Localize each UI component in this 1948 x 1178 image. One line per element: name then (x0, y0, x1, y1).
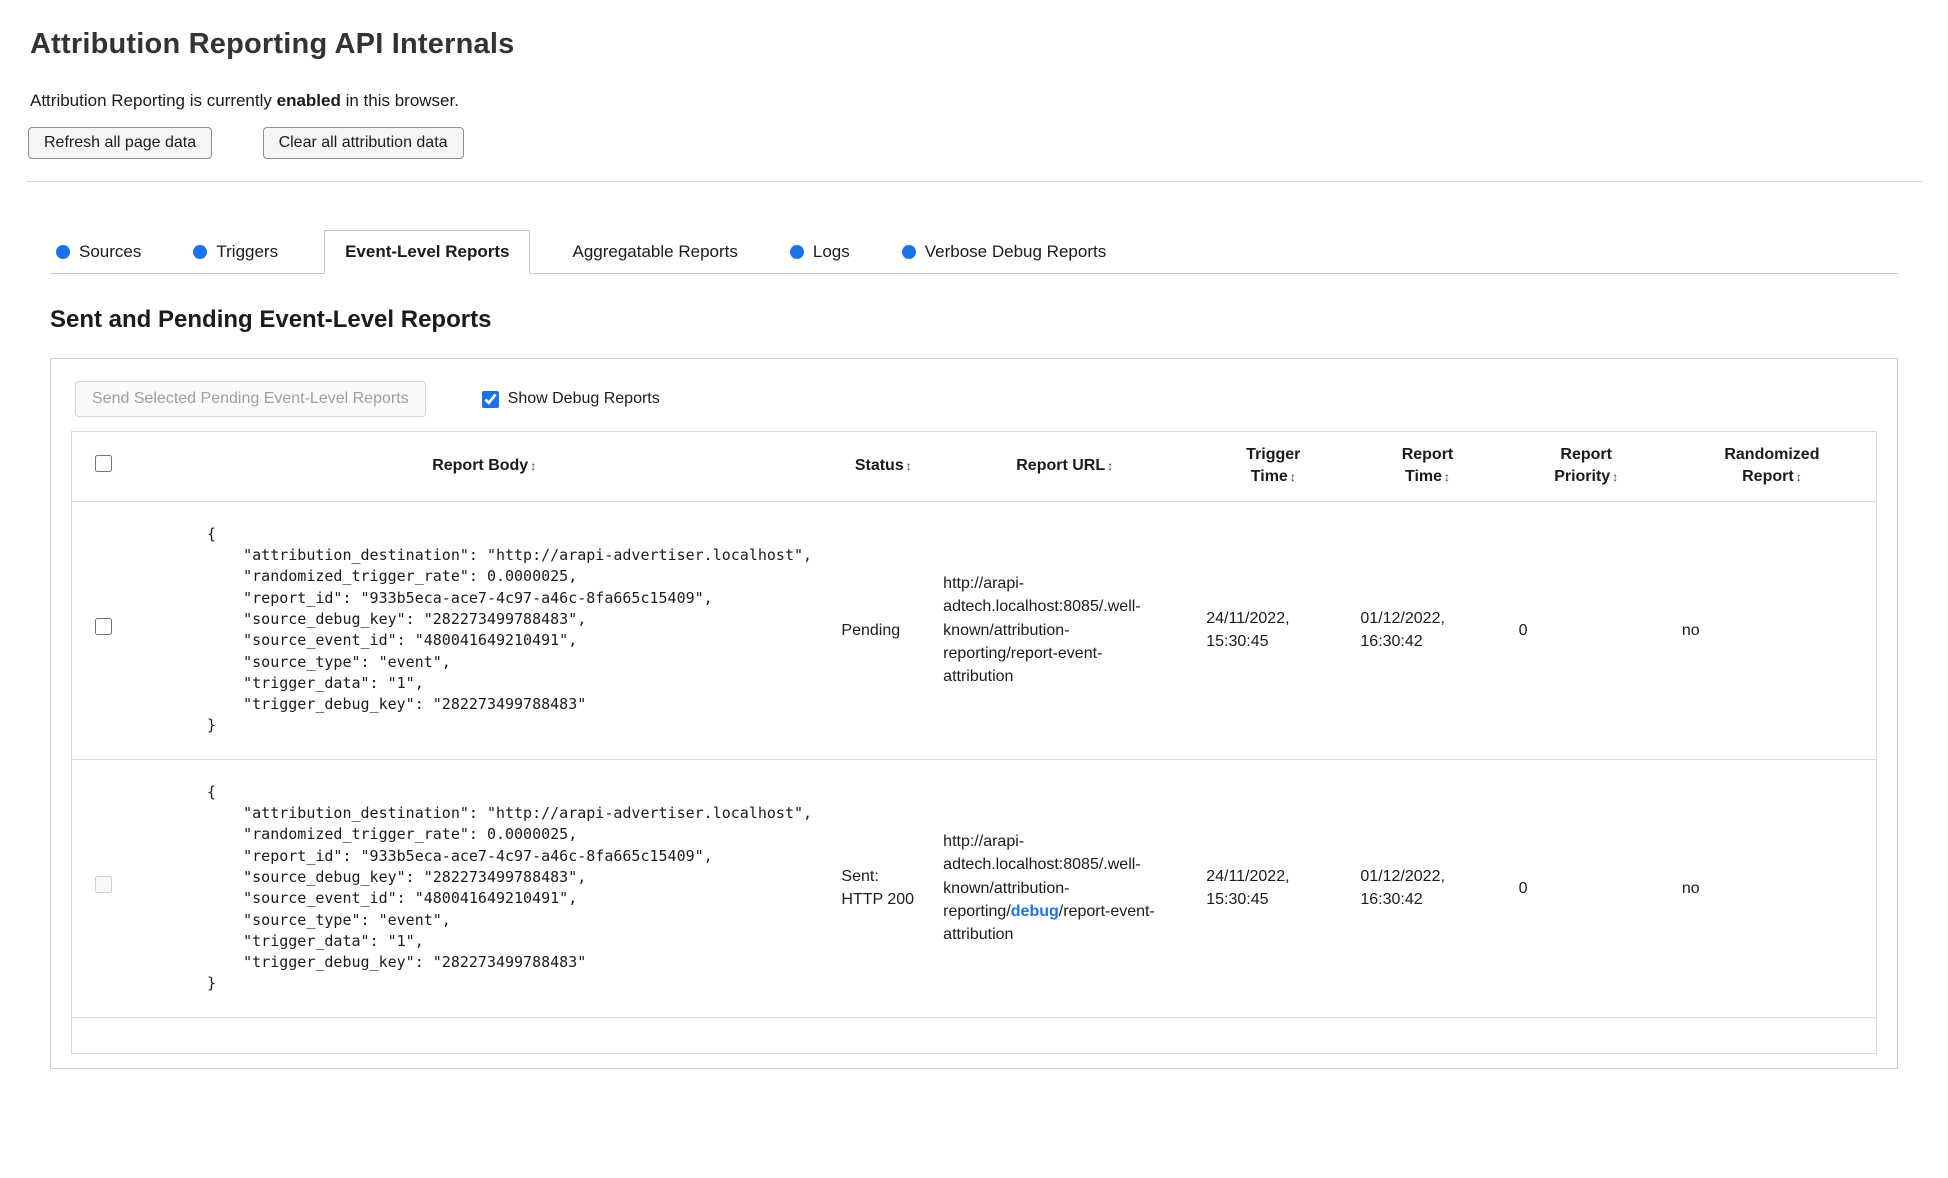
col-header-report-url[interactable]: Report URL ↕ (933, 432, 1196, 502)
sort-icon: ↕ (905, 459, 912, 474)
report-body-cell: { "attribution_destination": "http://ara… (135, 759, 833, 1017)
debug-url-highlight: debug (1010, 902, 1059, 920)
col-label: Report Priority (1554, 446, 1612, 486)
col-header-report-time[interactable]: Report Time ↕ (1350, 432, 1504, 502)
randomized-report: no (1681, 621, 1700, 639)
row-select-cell (72, 759, 135, 1017)
col-header-trigger-time[interactable]: Trigger Time ↕ (1196, 432, 1350, 502)
report-row: { "attribution_destination": "http://ara… (71, 759, 1877, 1018)
col-label: Report URL (1016, 457, 1106, 475)
table-footer-row (71, 1017, 1877, 1054)
reports-panel: Send Selected Pending Event-Level Report… (50, 358, 1898, 1069)
blue-dot-icon (56, 245, 70, 259)
clear-all-button[interactable]: Clear all attribution data (262, 127, 464, 159)
report-priority: 0 (1518, 621, 1528, 639)
report-status: Sent: HTTP 200 (841, 868, 915, 909)
status-line: Attribution Reporting is currently enabl… (30, 91, 1922, 111)
tab-aggregatable-reports[interactable]: Aggregatable Reports (566, 231, 743, 273)
col-header-report-priority[interactable]: Report Priority ↕ (1505, 432, 1668, 502)
blue-dot-icon (789, 245, 804, 259)
tab-verbose-debug-reports[interactable]: Verbose Debug Reports (896, 231, 1112, 273)
show-debug-checkbox[interactable] (481, 390, 499, 408)
report-url: http://arapi-adtech.localhost:8085/.well… (933, 759, 1196, 1017)
event-level-reports-table: Report Body ↕ Status ↕ Report URL ↕ Trigger… (71, 431, 1877, 1054)
select-all-checkbox[interactable] (94, 455, 112, 473)
report-body-json: { "attribution_destination": "http://ara… (206, 782, 813, 993)
tab-label: Aggregatable Reports (572, 242, 738, 261)
col-label: Randomized Report (1724, 446, 1820, 486)
report-time: 01/12/2022, 16:30:42 (1360, 868, 1445, 909)
report-url-text: http://arapi-adtech.localhost:8085/.well… (943, 575, 1141, 686)
randomized-report: no (1681, 879, 1700, 897)
page-title: Attribution Reporting API Internals (30, 28, 515, 60)
report-body-cell: { "attribution_destination": "http://ara… (135, 501, 833, 759)
tab-label: Triggers (216, 242, 279, 261)
report-time: 01/12/2022, 16:30:42 (1360, 610, 1445, 651)
sort-icon: ↕ (1612, 470, 1619, 485)
row-select-checkbox[interactable] (94, 876, 112, 894)
sort-icon: ↕ (530, 459, 537, 474)
divider (26, 181, 1922, 182)
trigger-time: 24/11/2022, 15:30:45 (1206, 610, 1290, 651)
col-header-report-body[interactable]: Report Body ↕ (135, 432, 833, 502)
tab-logs[interactable]: Logs (784, 231, 856, 273)
status-enabled-text: enabled (276, 91, 341, 110)
tab-label: Verbose Debug Reports (924, 242, 1107, 261)
report-priority: 0 (1518, 879, 1528, 897)
report-url: http://arapi-adtech.localhost:8085/.well… (933, 501, 1196, 759)
blue-dot-icon (193, 245, 208, 259)
status-text-suffix: in this browser. (340, 91, 459, 110)
sort-icon: ↕ (1795, 470, 1802, 485)
row-select-cell (72, 501, 135, 759)
col-label: Report Body (432, 457, 529, 475)
top-buttons: Refresh all page data Clear all attribut… (28, 127, 1922, 159)
show-debug-toggle[interactable]: Show Debug Reports (481, 390, 660, 408)
tab-label: Sources (79, 242, 142, 261)
col-header-status[interactable]: Status ↕ (833, 432, 933, 502)
table-header-row: Report Body ↕ Status ↕ Report URL ↕ Trigger… (71, 432, 1877, 502)
sort-icon: ↕ (1107, 459, 1114, 474)
col-header-randomized-report[interactable]: Randomized Report ↕ (1668, 432, 1877, 502)
section-heading: Sent and Pending Event-Level Reports (50, 306, 492, 333)
sort-icon: ↕ (1289, 470, 1296, 485)
tab-bar: Sources Triggers Event-Level Reports Agg… (50, 230, 1898, 274)
table-footer-cell (72, 1017, 1877, 1053)
row-select-checkbox[interactable] (94, 618, 112, 636)
show-debug-label: Show Debug Reports (507, 390, 660, 407)
select-all-cell (72, 432, 135, 502)
tab-label: Event-Level Reports (345, 242, 510, 261)
report-status: Pending (841, 621, 901, 639)
attribution-internals-page: Attribution Reporting API Internals Attr… (0, 0, 1948, 1099)
report-body-json: { "attribution_destination": "http://ara… (206, 524, 813, 735)
trigger-time: 24/11/2022, 15:30:45 (1206, 868, 1290, 909)
send-selected-button[interactable]: Send Selected Pending Event-Level Report… (75, 381, 426, 417)
tab-sources[interactable]: Sources (50, 231, 147, 273)
status-text-prefix: Attribution Reporting is currently (30, 91, 277, 110)
tab-triggers[interactable]: Triggers (187, 231, 284, 273)
sort-icon: ↕ (1444, 470, 1451, 485)
report-row: { "attribution_destination": "http://ara… (71, 501, 1877, 760)
panel-controls: Send Selected Pending Event-Level Report… (75, 381, 1877, 417)
tab-event-level-reports[interactable]: Event-Level Reports (324, 230, 531, 274)
blue-dot-icon (901, 245, 916, 259)
tab-label: Logs (812, 242, 850, 261)
content-section: Sources Triggers Event-Level Reports Agg… (26, 230, 1922, 1069)
refresh-all-button[interactable]: Refresh all page data (28, 127, 213, 159)
col-label: Status (854, 457, 904, 475)
